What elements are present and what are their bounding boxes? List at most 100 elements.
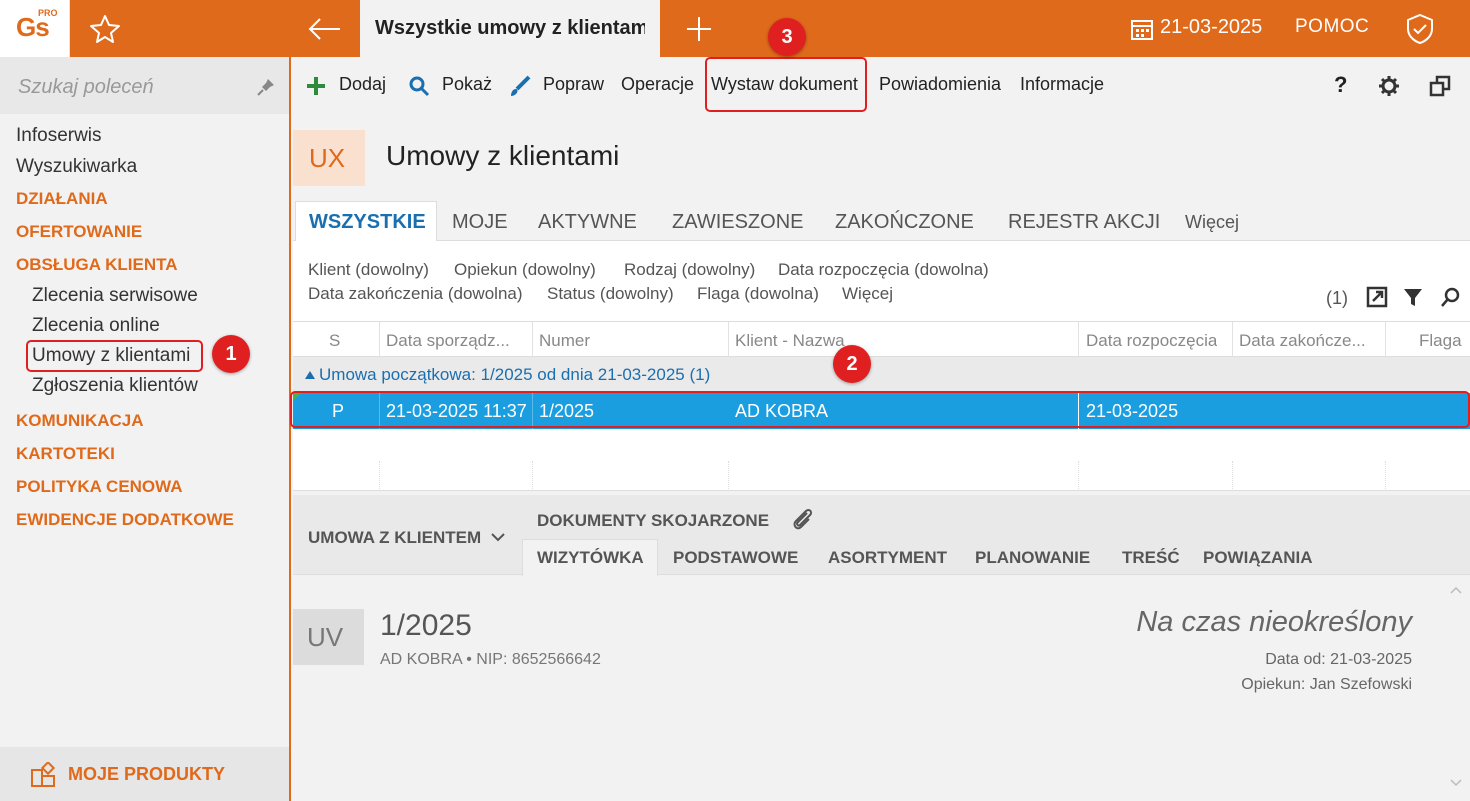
scroll-up-icon[interactable] <box>1450 585 1462 597</box>
operations-button[interactable]: Operacje <box>621 74 694 95</box>
tab-zawieszone[interactable]: ZAWIESZONE <box>672 211 803 234</box>
column-separator[interactable] <box>532 322 533 358</box>
working-date[interactable]: 21-03-2025 <box>1160 16 1262 39</box>
new-tab-plus-icon[interactable] <box>682 12 716 46</box>
column-header-numer[interactable]: Numer <box>539 331 590 351</box>
detail-card: UV 1/2025 AD KOBRA • NIP: 8652566642 Na … <box>293 576 1470 801</box>
cell-separator <box>1232 461 1233 491</box>
module-badge: UX <box>293 130 365 186</box>
cell-separator <box>532 461 533 491</box>
contract-date-from: Data od: 21-03-2025 <box>1265 651 1412 668</box>
tab-aktywne[interactable]: AKTYWNE <box>538 211 637 234</box>
column-header-data-rozpoczecia[interactable]: Data rozpoczęcia <box>1086 331 1217 351</box>
column-header-data-sporzadzenia[interactable]: Data sporządz... <box>386 331 526 351</box>
sidebar-category-ewidencje-dodatkowe[interactable]: EWIDENCJE DODATKOWE <box>16 510 234 530</box>
sidebar: Szukaj poleceń Infoserwis Wyszukiwarka D… <box>0 57 291 801</box>
filter-data-rozpoczecia[interactable]: Data rozpoczęcia (dowolna) <box>778 260 989 280</box>
group-label: Umowa początkowa: 1/2025 od dnia 21-03-2… <box>319 365 710 385</box>
scroll-down-icon[interactable] <box>1450 776 1462 788</box>
show-button[interactable]: Pokaż <box>442 74 492 95</box>
filter-wiecej[interactable]: Więcej <box>842 284 893 304</box>
shield-check-icon[interactable] <box>1404 12 1436 46</box>
detail-section-dropdown[interactable]: UMOWA Z KLIENTEM <box>308 528 481 548</box>
column-header-s[interactable]: S <box>329 331 340 351</box>
help-button[interactable]: ? <box>1334 72 1347 98</box>
grid-header: S Data sporządz... Numer Klient - Nazwa … <box>293 321 1470 358</box>
sidebar-category-ofertowanie[interactable]: OFERTOWANIE <box>16 222 142 242</box>
filter-flaga[interactable]: Flaga (dowolna) <box>697 284 819 304</box>
column-header-flaga[interactable]: Flaga <box>1419 331 1462 351</box>
filter-status[interactable]: Status (dowolny) <box>547 284 674 304</box>
sidebar-category-dzialania[interactable]: DZIAŁANIA <box>16 189 108 209</box>
sidebar-category-kartoteki[interactable]: KARTOTEKI <box>16 444 115 464</box>
search-icon[interactable] <box>408 75 430 97</box>
filter-klient[interactable]: Klient (dowolny) <box>308 260 429 280</box>
sidebar-category-obsluga-klienta[interactable]: OBSŁUGA KLIENTA <box>16 255 178 275</box>
column-header-data-zakonczenia[interactable]: Data zakończe... <box>1239 331 1379 351</box>
pin-icon[interactable] <box>256 77 276 97</box>
export-icon[interactable] <box>1366 286 1388 308</box>
cell-separator <box>1385 461 1386 491</box>
sidebar-item-zlecenia-online[interactable]: Zlecenia online <box>32 315 160 337</box>
restore-window-icon[interactable] <box>1429 75 1451 97</box>
calendar-icon[interactable] <box>1130 17 1154 41</box>
notifications-button[interactable]: Powiadomienia <box>879 74 1001 95</box>
back-arrow-icon[interactable] <box>306 12 344 46</box>
annotation-badge-1: 1 <box>212 335 250 373</box>
sidebar-category-polityka-cenowa[interactable]: POLITYKA CENOWA <box>16 477 183 497</box>
annotation-number: 3 <box>781 26 793 48</box>
paperclip-icon[interactable] <box>791 507 815 533</box>
detail-tab-asortyment[interactable]: ASORTYMENT <box>828 548 947 568</box>
tab-rejestr-akcji[interactable]: REJESTR AKCJI <box>1008 211 1160 234</box>
column-separator[interactable] <box>728 322 729 358</box>
chevron-down-icon[interactable] <box>490 530 506 544</box>
toolbar: Dodaj Pokaż Popraw Operacje Wystaw dokum… <box>293 57 1470 114</box>
linked-documents-tab[interactable]: DOKUMENTY SKOJARZONE <box>537 511 769 531</box>
group-header-row[interactable]: Umowa początkowa: 1/2025 od dnia 21-03-2… <box>293 357 1470 391</box>
annotation-box-toolbar <box>705 57 867 112</box>
filter-data-zakonczenia[interactable]: Data zakończenia (dowolna) <box>308 284 523 304</box>
empty-row <box>293 461 1470 491</box>
detail-tab-planowanie[interactable]: PLANOWANIE <box>975 548 1090 568</box>
app-logo[interactable]: Gs PRO <box>0 0 70 57</box>
my-products-button[interactable]: MOJE PRODUKTY <box>0 747 289 801</box>
cell-separator <box>728 461 729 491</box>
column-separator[interactable] <box>1078 322 1079 358</box>
filter-rodzaj[interactable]: Rodzaj (dowolny) <box>624 260 755 280</box>
column-separator[interactable] <box>379 322 380 358</box>
detail-tab-powiazania[interactable]: POWIĄZANIA <box>1203 548 1313 568</box>
sidebar-item-wyszukiwarka[interactable]: Wyszukiwarka <box>16 156 137 178</box>
tab-wszystkie[interactable]: WSZYSTKIE <box>309 211 426 234</box>
add-button[interactable]: Dodaj <box>339 74 386 95</box>
command-search[interactable]: Szukaj poleceń <box>0 57 289 114</box>
gear-icon[interactable] <box>1378 75 1400 97</box>
edit-button[interactable]: Popraw <box>543 74 604 95</box>
tab-wiecej[interactable]: Więcej <box>1185 212 1239 233</box>
column-header-klient-nazwa[interactable]: Klient - Nazwa <box>735 331 845 351</box>
detail-tab-wizytowka[interactable]: WIZYTÓWKA <box>537 548 644 568</box>
detail-tab-tresc[interactable]: TREŚĆ <box>1122 548 1180 568</box>
sidebar-category-komunikacja[interactable]: KOMUNIKACJA <box>16 411 144 431</box>
filter-funnel-icon[interactable] <box>1402 286 1424 308</box>
tab-zakonczone[interactable]: ZAKOŃCZONE <box>835 211 974 234</box>
detail-badge-text: UV <box>307 622 344 652</box>
star-icon[interactable] <box>88 12 122 46</box>
detail-tab-podstawowe[interactable]: PODSTAWOWE <box>673 548 798 568</box>
filter-panel: Klient (dowolny) Opiekun (dowolny) Rodza… <box>293 241 1470 321</box>
sidebar-item-infoserwis[interactable]: Infoserwis <box>16 125 102 147</box>
sidebar-item-zgloszenia-klientow[interactable]: Zgłoszenia klientów <box>32 375 198 397</box>
collapse-triangle-icon[interactable] <box>305 371 315 379</box>
cell-separator <box>379 461 380 491</box>
tab-moje[interactable]: MOJE <box>452 211 508 234</box>
brush-icon[interactable] <box>509 75 531 97</box>
help-link[interactable]: POMOC <box>1295 16 1369 38</box>
sidebar-item-zlecenia-serwisowe[interactable]: Zlecenia serwisowe <box>32 285 198 307</box>
search-icon[interactable] <box>1440 286 1462 308</box>
column-separator[interactable] <box>1385 322 1386 358</box>
tab-umowy[interactable]: Wszystkie umowy z klientami <box>360 0 660 57</box>
plus-icon[interactable] <box>305 75 327 97</box>
contract-keeper: Opiekun: Jan Szefowski <box>1241 676 1412 693</box>
filter-opiekun[interactable]: Opiekun (dowolny) <box>454 260 596 280</box>
information-button[interactable]: Informacje <box>1020 74 1104 95</box>
column-separator[interactable] <box>1232 322 1233 358</box>
